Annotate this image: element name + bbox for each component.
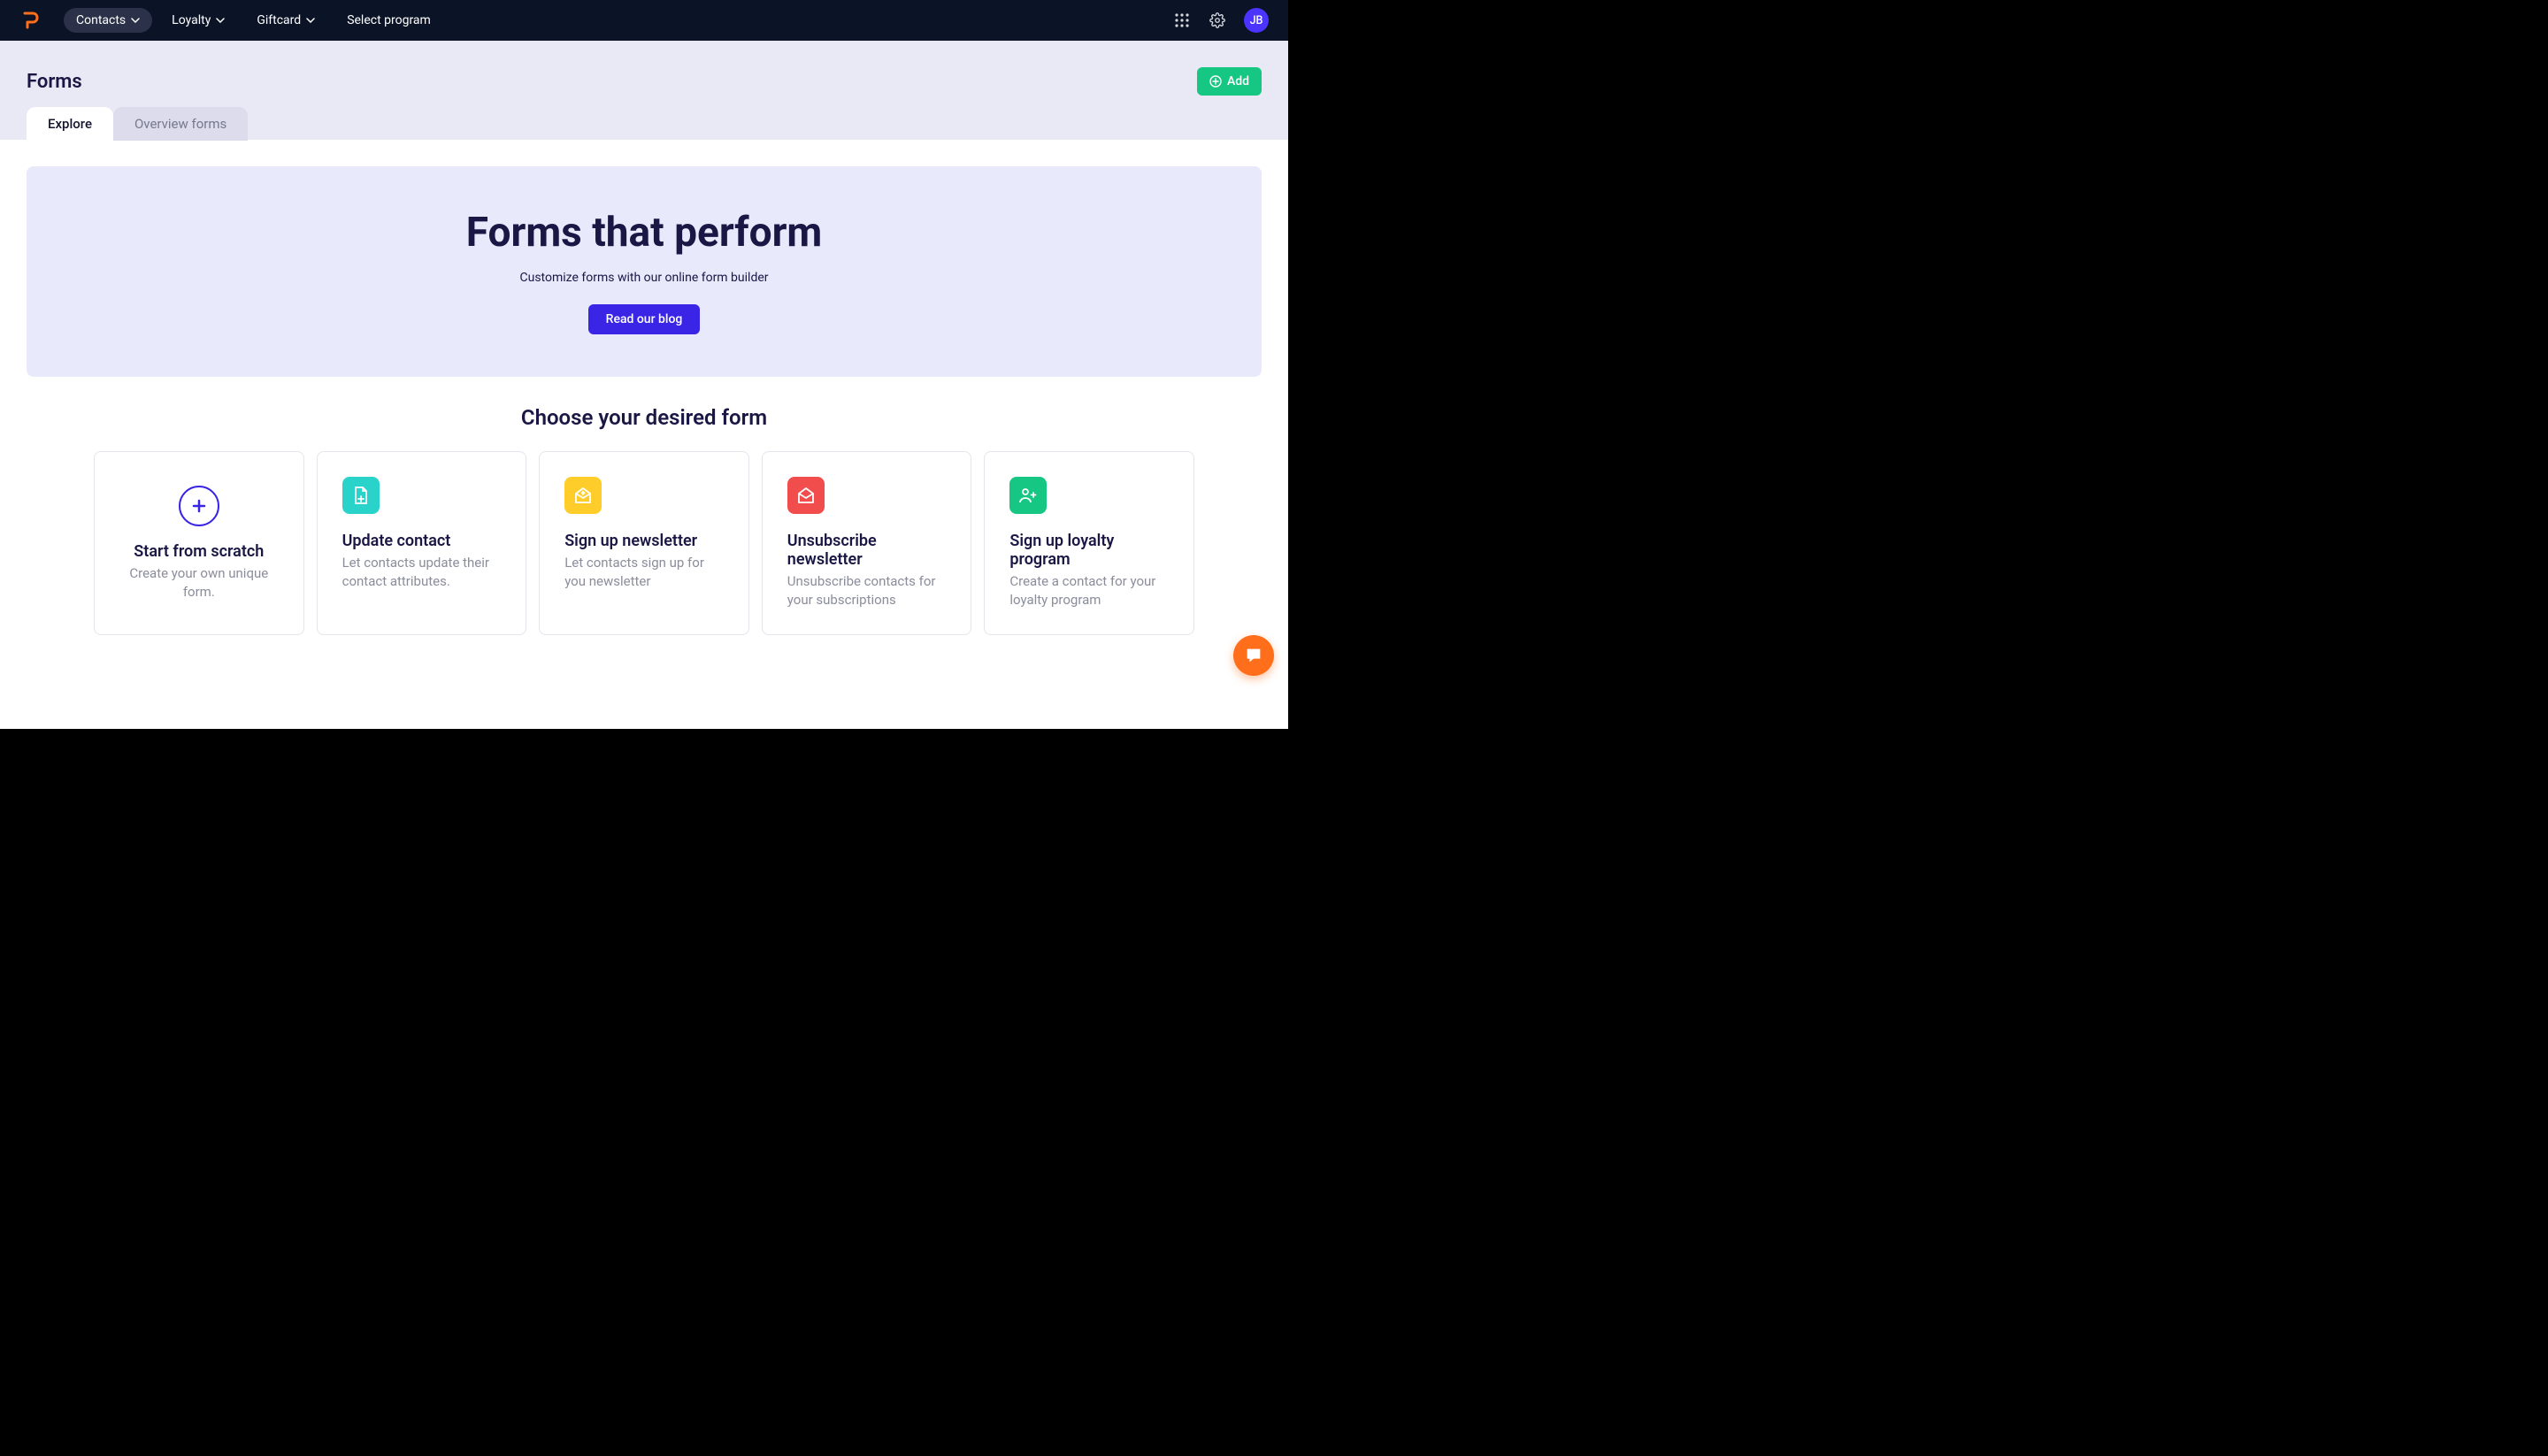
hero-title: Forms that perform bbox=[48, 209, 1240, 257]
card-start-from-scratch[interactable]: Start from scratch Create your own uniqu… bbox=[94, 451, 304, 635]
content: Forms that perform Customize forms with … bbox=[0, 140, 1288, 729]
add-button-label: Add bbox=[1227, 74, 1249, 88]
nav-loyalty[interactable]: Loyalty bbox=[159, 8, 237, 33]
avatar[interactable]: JB bbox=[1244, 8, 1269, 33]
card-desc: Let contacts sign up for you newsletter bbox=[564, 554, 724, 591]
card-desc: Unsubscribe contacts for your subscripti… bbox=[787, 572, 947, 609]
apps-icon[interactable] bbox=[1168, 6, 1196, 34]
logo bbox=[19, 9, 42, 32]
chevron-down-icon bbox=[306, 16, 315, 25]
section-title: Choose your desired form bbox=[27, 405, 1262, 430]
tab-overview-forms[interactable]: Overview forms bbox=[113, 107, 248, 141]
plus-circle-icon bbox=[179, 486, 219, 526]
nav-giftcard[interactable]: Giftcard bbox=[244, 8, 327, 33]
card-unsubscribe-newsletter[interactable]: Unsubscribe newsletter Unsubscribe conta… bbox=[762, 451, 972, 635]
card-signup-loyalty[interactable]: Sign up loyalty program Create a contact… bbox=[984, 451, 1194, 635]
card-desc: Create your own unique form. bbox=[119, 564, 279, 602]
card-title: Unsubscribe newsletter bbox=[787, 532, 947, 569]
nav-select-program[interactable]: Select program bbox=[334, 8, 443, 33]
card-desc: Create a contact for your loyalty progra… bbox=[1009, 572, 1169, 609]
card-desc: Let contacts update their contact attrib… bbox=[342, 554, 502, 591]
chevron-down-icon bbox=[131, 16, 140, 25]
card-update-contact[interactable]: Update contact Let contacts update their… bbox=[317, 451, 527, 635]
nav-label: Giftcard bbox=[257, 13, 301, 27]
user-plus-icon bbox=[1009, 477, 1047, 514]
page-title: Forms bbox=[27, 71, 82, 93]
mail-open-icon bbox=[564, 477, 602, 514]
nav-label: Loyalty bbox=[172, 13, 211, 27]
topbar: Contacts Loyalty Giftcard Select program bbox=[0, 0, 1288, 41]
nav-contacts[interactable]: Contacts bbox=[64, 8, 152, 33]
card-signup-newsletter[interactable]: Sign up newsletter Let contacts sign up … bbox=[539, 451, 749, 635]
settings-icon[interactable] bbox=[1203, 6, 1232, 34]
hero: Forms that perform Customize forms with … bbox=[27, 166, 1262, 377]
hero-subtitle: Customize forms with our online form bui… bbox=[48, 271, 1240, 285]
chat-icon bbox=[1244, 646, 1263, 665]
document-icon bbox=[342, 477, 380, 514]
card-title: Sign up loyalty program bbox=[1009, 532, 1169, 569]
chat-bubble[interactable] bbox=[1233, 635, 1274, 676]
plus-circle-icon bbox=[1209, 75, 1222, 88]
mail-open-icon bbox=[787, 477, 825, 514]
tabs: Explore Overview forms bbox=[27, 107, 1262, 141]
nav-label: Select program bbox=[347, 13, 431, 27]
subheader: Forms Add Explore Overview forms bbox=[0, 41, 1288, 140]
card-title: Sign up newsletter bbox=[564, 532, 724, 550]
tab-explore[interactable]: Explore bbox=[27, 107, 113, 141]
add-button[interactable]: Add bbox=[1197, 67, 1262, 96]
card-title: Update contact bbox=[342, 532, 502, 550]
read-blog-button[interactable]: Read our blog bbox=[588, 304, 701, 334]
card-title: Start from scratch bbox=[134, 542, 264, 561]
card-grid: Start from scratch Create your own uniqu… bbox=[27, 451, 1262, 635]
chevron-down-icon bbox=[216, 16, 225, 25]
nav-label: Contacts bbox=[76, 13, 126, 27]
